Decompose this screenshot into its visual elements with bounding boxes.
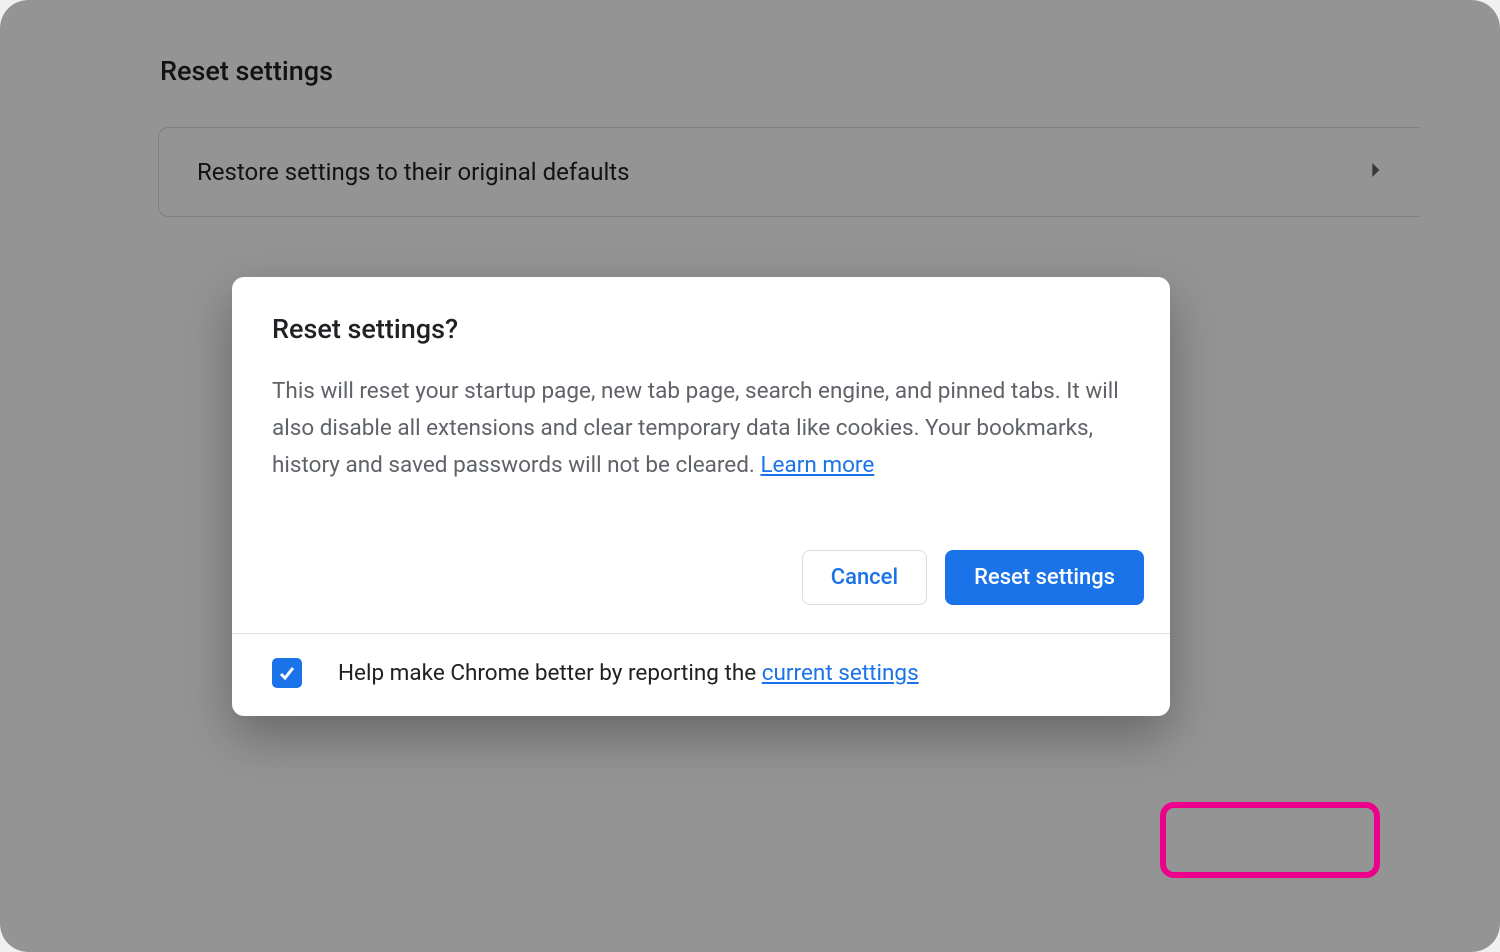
reset-settings-dialog: Reset settings? This will reset your sta… <box>232 277 1170 716</box>
learn-more-link[interactable]: Learn more <box>760 452 874 478</box>
report-settings-checkbox[interactable] <box>272 658 302 688</box>
reset-settings-button[interactable]: Reset settings <box>945 550 1144 605</box>
current-settings-link[interactable]: current settings <box>762 660 919 686</box>
dialog-actions: Cancel Reset settings <box>232 512 1170 633</box>
check-icon <box>277 663 297 683</box>
dialog-footer: Help make Chrome better by reporting the… <box>232 634 1170 716</box>
footer-label: Help make Chrome better by reporting the… <box>338 660 919 686</box>
dialog-description-text: This will reset your startup page, new t… <box>272 378 1119 478</box>
cancel-button[interactable]: Cancel <box>802 550 927 605</box>
dialog-description: This will reset your startup page, new t… <box>272 373 1130 484</box>
settings-page: Reset settings Restore settings to their… <box>0 0 1500 952</box>
dialog-body: Reset settings? This will reset your sta… <box>232 277 1170 512</box>
footer-text-before: Help make Chrome better by reporting the <box>338 660 762 686</box>
dialog-title: Reset settings? <box>272 313 1130 345</box>
